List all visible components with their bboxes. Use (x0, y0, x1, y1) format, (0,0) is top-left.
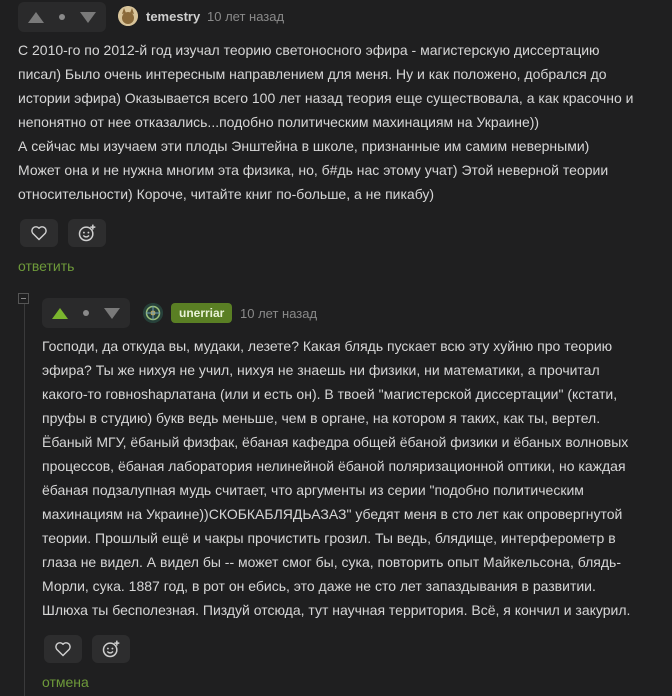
comment-line: С 2010-го по 2012-й год изучал теорию св… (18, 42, 600, 58)
rating-bar (18, 2, 106, 32)
comment-line: ёбаная подзалупная мудь считает, что арг… (42, 482, 584, 498)
avatar-pattern-icon (143, 303, 163, 323)
comment-line: пруфы в студию) букв ведь меньше, чем в … (42, 410, 601, 426)
comment-line: истории эфира) Оказывается всего 100 лет… (18, 90, 634, 106)
comment-line: Ёбаный МГУ, ёбаный физфак, ёбаная кафедр… (42, 434, 629, 450)
comment-line: глаза не видел. А видел бы -- может смог… (42, 554, 621, 570)
downvote-button[interactable] (104, 307, 120, 319)
comment-time: 10 лет назад (207, 9, 285, 24)
emoji-reaction-button[interactable] (68, 219, 106, 247)
heart-icon (31, 226, 47, 241)
avatar-cat-icon (118, 6, 138, 26)
comment-line: теории. Прошлый ещё и чакры прочистить г… (42, 530, 616, 546)
rating-dot-icon (59, 14, 65, 20)
cancel-link[interactable]: отмена (42, 674, 89, 690)
smiley-add-icon (78, 224, 96, 242)
username-badge[interactable]: unerriar (171, 303, 233, 323)
comment-line: А сейчас мы изучаем эти плоды Энштейна в… (18, 138, 590, 154)
comment-line: какого-то говноshарлатана (или и есть он… (42, 386, 618, 402)
thread-line[interactable] (24, 300, 25, 696)
like-button[interactable] (44, 635, 82, 663)
comment-line: махинациям на Украине))СКОБКАБЛЯДЬАЗАЗ" … (42, 506, 623, 522)
upvote-button[interactable] (28, 11, 44, 23)
heart-icon (55, 642, 71, 657)
downvote-button[interactable] (80, 11, 96, 23)
username[interactable]: temestry (146, 9, 200, 24)
like-button[interactable] (20, 219, 58, 247)
comment-line: процессов, ёбаная лаборатория нелинейной… (42, 458, 626, 474)
upvote-button[interactable] (52, 307, 68, 319)
comment-line: Господи, да откуда вы, мудаки, лезете? К… (42, 338, 613, 354)
reply-link[interactable]: ответить (18, 258, 74, 274)
comment-line: писал) Было очень интересным направление… (18, 66, 607, 82)
avatar[interactable] (118, 6, 138, 26)
comment-line: непонятно от нее отказались...подобно по… (18, 114, 540, 130)
rating-dot-icon (83, 310, 89, 316)
avatar[interactable] (143, 303, 163, 323)
comment-text: С 2010-го по 2012-й год изучал теорию св… (18, 38, 658, 206)
comment-line: эфира? Ты же нихуя не учил, нихуя не зна… (42, 362, 600, 378)
smiley-add-icon (102, 640, 120, 658)
collapse-thread-button[interactable] (18, 293, 29, 304)
comment-text: Господи, да откуда вы, мудаки, лезете? К… (42, 334, 667, 622)
comment-line: Шлюха ты бесполезная. Пиздуй отсюда, тут… (42, 602, 631, 618)
emoji-reaction-button[interactable] (92, 635, 130, 663)
rating-bar (42, 298, 130, 328)
comment-line: относительности) Короче, читайте книг по… (18, 186, 435, 202)
comment-line: Может она и не нужна многим эта физика, … (18, 162, 609, 178)
comment-time: 10 лет назад (240, 306, 318, 321)
comment-line: Морли, сука. 1887 год, в рот он ебись, э… (42, 578, 596, 594)
